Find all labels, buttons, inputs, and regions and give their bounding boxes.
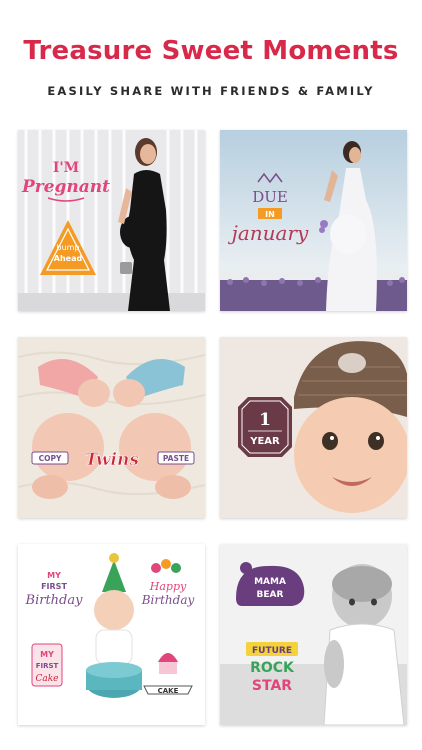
sticker-first-text: FIRST — [41, 582, 67, 591]
sticker-bear-text: BEAR — [257, 590, 284, 600]
sticker-cake-text: Cake — [35, 674, 58, 684]
photo-tile-pregnancy[interactable]: I'M Pregnant bump Ahead — [18, 130, 205, 311]
sticker-my2-text: MY — [40, 650, 54, 659]
twins-photo: COPY Twins PASTE — [18, 337, 205, 518]
sticker-birthday-text: Birthday — [25, 593, 84, 608]
sticker-year-text: YEAR — [249, 436, 280, 447]
photo-tile-twins[interactable]: COPY Twins PASTE — [18, 337, 205, 518]
photo-tile-mama-bear[interactable]: MAMA BEAR FUTURE ROCK STAR — [220, 544, 407, 725]
sticker-rock-text: ROCK — [250, 660, 295, 676]
sticker-paste-text: PASTE — [163, 454, 189, 463]
sticker-future-text: FUTURE — [252, 646, 292, 656]
sticker-mama-text: MAMA — [254, 577, 286, 587]
sticker-birthday2-text: Birthday — [141, 593, 195, 607]
photo-tile-first-birthday[interactable]: MY FIRST Birthday Happy Birthday MY FIRS… — [18, 544, 205, 725]
mama-bear-photo: MAMA BEAR FUTURE ROCK STAR — [220, 544, 407, 725]
first-birthday-photo: MY FIRST Birthday Happy Birthday MY FIRS… — [18, 544, 205, 725]
pregnancy-photo: I'M Pregnant bump Ahead — [18, 130, 205, 311]
sticker-ahead-text: Ahead — [54, 254, 83, 263]
sticker-my-text: MY — [47, 571, 61, 580]
due-date-photo: DUE IN january — [220, 130, 407, 311]
photo-tile-due-date[interactable]: DUE IN january — [220, 130, 407, 311]
sticker-pregnant-text: Pregnant — [21, 177, 110, 197]
sticker-copy-text: COPY — [39, 454, 62, 463]
sticker-twins-text: Twins — [85, 450, 139, 470]
sticker-due-text: DUE — [252, 188, 288, 206]
sticker-im-text: I'M — [53, 160, 79, 176]
sticker-bump-text: bump — [56, 243, 79, 252]
sticker-star-text: STAR — [252, 678, 292, 694]
photo-tile-one-year[interactable]: 1 YEAR — [220, 337, 407, 518]
page-title: Treasure Sweet Moments — [23, 36, 399, 66]
sticker-happy-text: Happy — [149, 580, 187, 593]
page-subtitle: EASILY SHARE WITH FRIENDS & FAMILY — [47, 84, 375, 98]
sticker-in-text: IN — [265, 210, 275, 219]
sticker-january-text: january — [228, 221, 309, 245]
sticker-cake2-text: CAKE — [158, 687, 179, 695]
sticker-number-text: 1 — [259, 410, 271, 430]
one-year-photo: 1 YEAR — [220, 337, 407, 518]
sticker-first2-text: FIRST — [36, 662, 59, 670]
